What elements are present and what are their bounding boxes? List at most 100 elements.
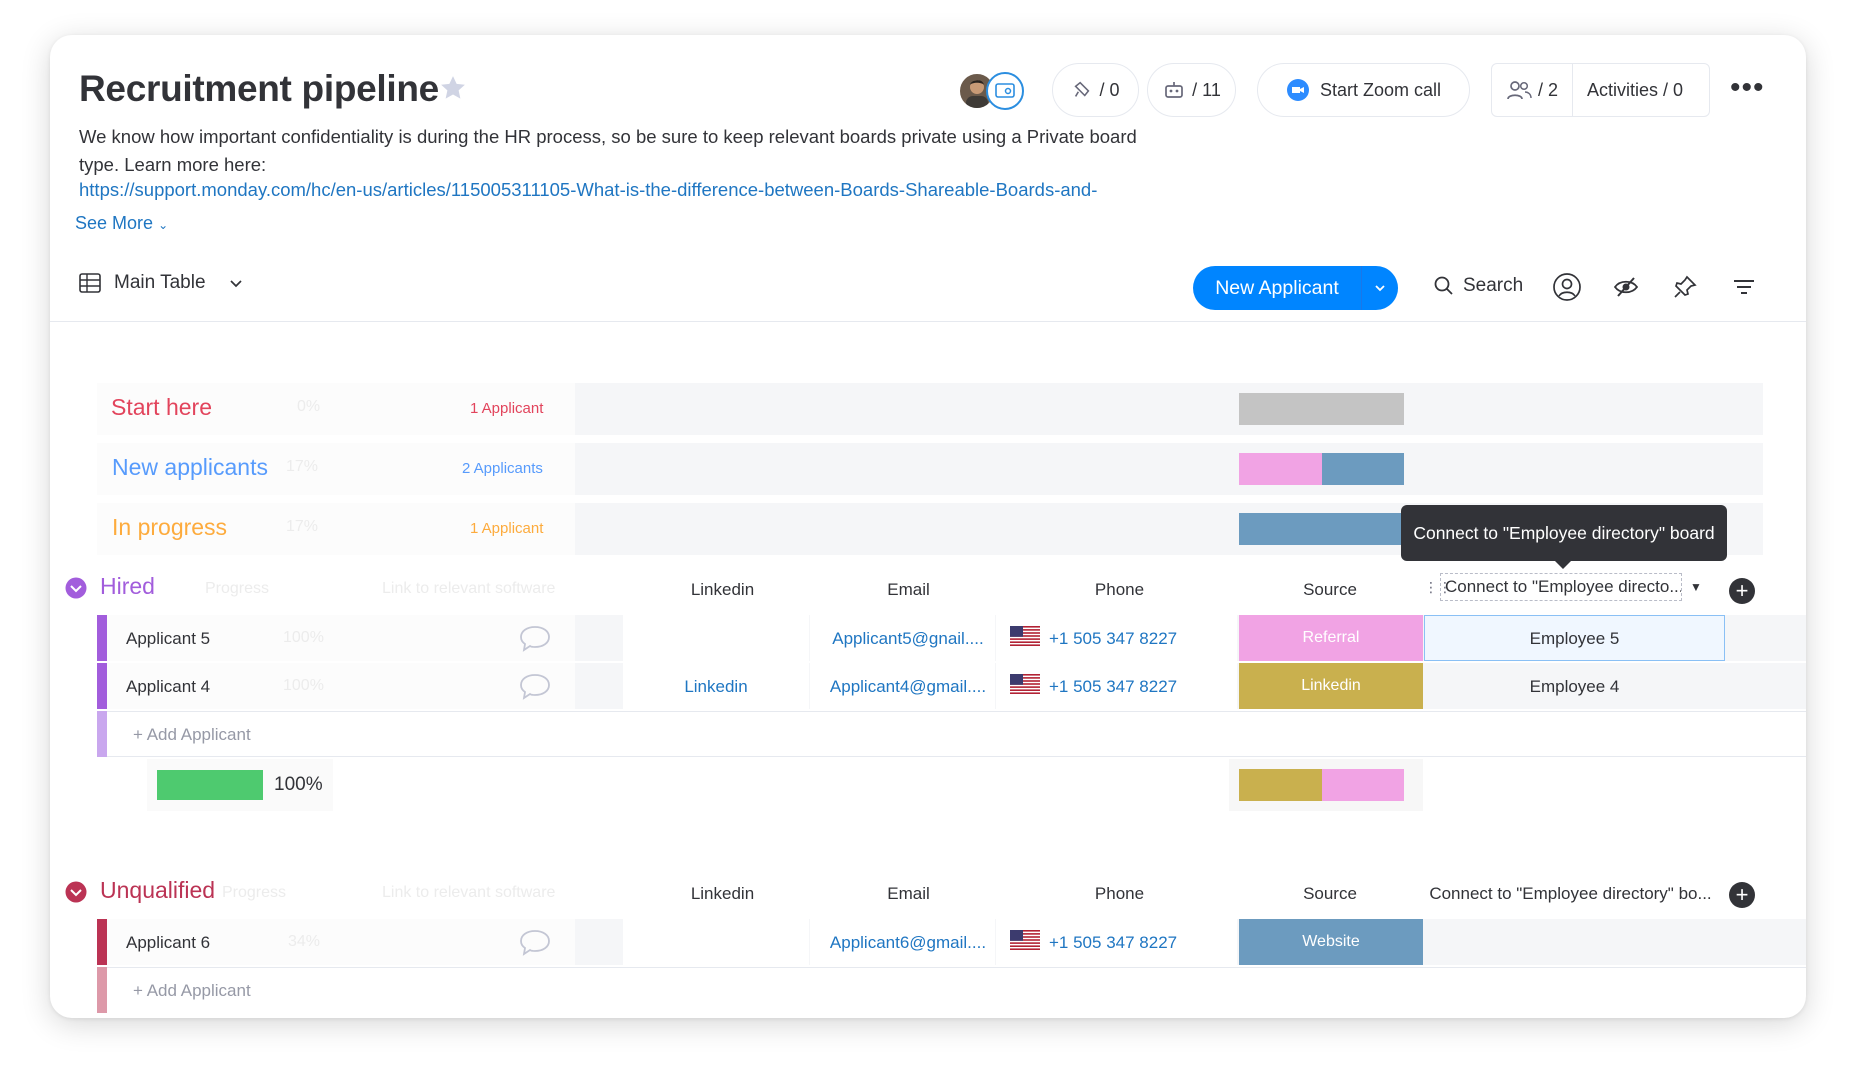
email-link[interactable]: Applicant5@gnail.... bbox=[822, 629, 994, 649]
plus-icon: + bbox=[1735, 578, 1749, 603]
phone-number[interactable]: +1 505 347 8227 bbox=[1049, 629, 1177, 649]
us-flag-icon bbox=[1010, 930, 1040, 950]
group-name[interactable]: In progress bbox=[112, 514, 227, 541]
us-flag-icon bbox=[1010, 674, 1040, 694]
group-name-unqualified[interactable]: Unqualified bbox=[100, 877, 215, 904]
updates-button[interactable]: / 0 bbox=[1052, 63, 1139, 117]
board-description: We know how important confidentiality is… bbox=[79, 126, 1137, 175]
subscribers-avatars[interactable] bbox=[958, 72, 1028, 112]
table-icon bbox=[79, 273, 101, 293]
summary-progress-track bbox=[157, 770, 263, 800]
linkedin-cell[interactable] bbox=[623, 919, 809, 965]
star-icon[interactable] bbox=[438, 73, 468, 103]
source-summary-bar bbox=[1239, 769, 1404, 801]
view-selector[interactable]: Main Table bbox=[78, 271, 244, 295]
item-progress: 100% bbox=[283, 677, 324, 694]
zoom-icon bbox=[1286, 79, 1309, 101]
person-filter-icon[interactable] bbox=[1552, 272, 1582, 302]
collapse-group-icon[interactable] bbox=[65, 577, 87, 599]
column-header-phone[interactable]: Phone bbox=[1002, 580, 1237, 600]
item-name[interactable]: Applicant 6 bbox=[126, 933, 210, 953]
group-color-strip bbox=[97, 967, 107, 1013]
connected-employee[interactable]: Employee 4 bbox=[1424, 677, 1725, 697]
column-header-source[interactable]: Source bbox=[1238, 884, 1422, 904]
support-link[interactable]: https://support.monday.com/hc/en-us/arti… bbox=[79, 179, 1097, 201]
connect-cell[interactable] bbox=[1424, 919, 1725, 965]
see-more-link[interactable]: See More ⌄ bbox=[75, 213, 168, 234]
summary-percent: 100% bbox=[274, 774, 323, 795]
hide-icon[interactable] bbox=[1611, 272, 1641, 302]
phone-number[interactable]: +1 505 347 8227 bbox=[1049, 677, 1177, 697]
updates-icon bbox=[1074, 81, 1090, 97]
column-header-source[interactable]: Source bbox=[1238, 580, 1422, 600]
automations-button[interactable]: / 11 bbox=[1147, 63, 1236, 117]
zoom-call-button[interactable]: Start Zoom call bbox=[1257, 63, 1470, 117]
add-item-row[interactable] bbox=[97, 967, 1806, 1013]
members-button[interactable]: / 2 bbox=[1492, 64, 1574, 116]
group-name[interactable]: Start here bbox=[111, 394, 212, 421]
column-header-connect[interactable]: ⋮⋮ Connect to "Employee directo... ▼ bbox=[1424, 571, 1717, 603]
column-header-linkedin[interactable]: Linkedin bbox=[630, 884, 815, 904]
column-header-email[interactable]: Email bbox=[816, 580, 1001, 600]
drag-handle-icon[interactable]: ⋮⋮ bbox=[1424, 580, 1452, 594]
connected-employee[interactable]: Employee 5 bbox=[1424, 629, 1725, 649]
activities-button[interactable]: Activities / 0 bbox=[1573, 80, 1697, 101]
item-name[interactable]: Applicant 4 bbox=[126, 677, 210, 697]
source-summary-bar bbox=[1239, 513, 1404, 545]
connect-column-input[interactable]: Connect to "Employee directo... bbox=[1440, 573, 1682, 601]
collapse-group-icon[interactable] bbox=[65, 881, 87, 903]
members-count: / 2 bbox=[1538, 79, 1559, 100]
column-header-email[interactable]: Email bbox=[816, 884, 1001, 904]
email-link[interactable]: Applicant6@gmail.... bbox=[822, 933, 994, 953]
source-summary-segment bbox=[1321, 769, 1404, 801]
source-summary-segment bbox=[1239, 453, 1322, 485]
column-header-connect[interactable]: Connect to "Employee directory" bo... bbox=[1424, 884, 1717, 904]
caret-down-icon[interactable]: ▼ bbox=[1690, 580, 1702, 594]
plus-icon: + bbox=[1735, 882, 1749, 907]
source-status-chip[interactable]: Website bbox=[1239, 919, 1423, 965]
new-applicant-label: New Applicant bbox=[1215, 276, 1339, 299]
search-icon bbox=[1434, 276, 1453, 295]
column-header-software: Link to relevant software bbox=[382, 580, 556, 597]
zoom-call-label: Start Zoom call bbox=[1319, 79, 1442, 100]
people-icon bbox=[1507, 81, 1532, 100]
add-column-button[interactable]: + bbox=[1729, 578, 1755, 604]
search-label: Search bbox=[1463, 275, 1524, 296]
board-title[interactable]: Recruitment pipeline bbox=[79, 68, 439, 110]
add-column-button[interactable]: + bbox=[1729, 882, 1755, 908]
board-card: Recruitment pipeline We know how importa… bbox=[50, 35, 1806, 1018]
group-color-strip bbox=[97, 919, 107, 965]
new-applicant-button[interactable]: New Applicant bbox=[1193, 266, 1398, 310]
group-progress: 17% bbox=[286, 458, 319, 475]
pin-icon[interactable] bbox=[1670, 272, 1700, 302]
group-color-strip bbox=[97, 615, 107, 661]
column-header-linkedin[interactable]: Linkedin bbox=[630, 580, 815, 600]
see-more-label: See More bbox=[75, 213, 154, 233]
chat-bubble-icon[interactable] bbox=[518, 928, 552, 956]
filter-icon[interactable] bbox=[1729, 272, 1759, 302]
more-options-icon[interactable]: ••• bbox=[1730, 73, 1765, 103]
summary-progress-fill bbox=[157, 770, 263, 800]
search-button[interactable]: Search bbox=[1433, 275, 1523, 297]
chat-bubble-icon[interactable] bbox=[518, 624, 552, 652]
group-name-hired[interactable]: Hired bbox=[100, 573, 155, 600]
item-name[interactable]: Applicant 5 bbox=[126, 629, 210, 649]
toolbar-divider bbox=[50, 321, 1806, 322]
email-link[interactable]: Applicant4@gmail.... bbox=[822, 677, 994, 697]
chat-bubble-icon[interactable] bbox=[518, 672, 552, 700]
new-applicant-dropdown[interactable] bbox=[1362, 281, 1398, 295]
view-label: Main Table bbox=[114, 272, 206, 293]
add-applicant-input[interactable]: + Add Applicant bbox=[133, 981, 251, 1001]
source-summary-segment bbox=[1322, 453, 1404, 485]
linkedin-link[interactable]: Linkedin bbox=[623, 677, 809, 697]
source-status-chip[interactable]: Linkedin bbox=[1239, 663, 1423, 709]
phone-number[interactable]: +1 505 347 8227 bbox=[1049, 933, 1177, 953]
source-status-chip[interactable]: Referral bbox=[1239, 615, 1423, 661]
add-applicant-input[interactable]: + Add Applicant bbox=[133, 725, 251, 745]
add-item-row[interactable] bbox=[97, 711, 1806, 757]
source-summary-segment bbox=[1239, 769, 1322, 801]
column-header-phone[interactable]: Phone bbox=[1002, 884, 1237, 904]
group-name[interactable]: New applicants bbox=[112, 454, 268, 481]
linkedin-cell[interactable] bbox=[623, 615, 809, 661]
column-header-progress: Progress bbox=[205, 580, 270, 597]
